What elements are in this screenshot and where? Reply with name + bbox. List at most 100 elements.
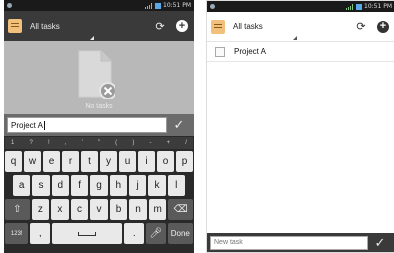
- signal-icon: [346, 3, 353, 10]
- task-label: Project A: [234, 47, 267, 56]
- voice-input-key[interactable]: 🎤︎: [146, 223, 166, 244]
- signal-icon: [145, 2, 152, 9]
- app-icon[interactable]: [8, 19, 22, 33]
- symbol-key[interactable]: ": [98, 140, 100, 146]
- notification-icon: [7, 3, 12, 8]
- key-y[interactable]: y: [100, 151, 117, 172]
- symbol-key[interactable]: +: [167, 140, 171, 146]
- right-phone-screen: 10:51 PM All tasks ⟳ + Project A ✓: [206, 0, 394, 253]
- left-phone-screen: 10:51 PM All tasks ⟳ + No tasks Project: [4, 0, 194, 253]
- key-k[interactable]: k: [148, 175, 166, 196]
- add-icon: +: [176, 20, 188, 32]
- empty-state: No tasks: [4, 41, 194, 114]
- list-selector[interactable]: All tasks: [233, 22, 297, 40]
- list-title: All tasks: [30, 21, 60, 31]
- task-name-input[interactable]: Project A: [7, 117, 167, 133]
- period-key[interactable]: .: [124, 223, 145, 244]
- symbol-key[interactable]: -: [149, 140, 151, 146]
- key-m[interactable]: m: [148, 199, 167, 220]
- key-row-1: q w e r t y u i o p: [5, 151, 193, 172]
- key-i[interactable]: i: [138, 151, 155, 172]
- key-n[interactable]: n: [129, 199, 147, 220]
- status-time: 10:51 PM: [364, 3, 392, 10]
- key-o[interactable]: o: [157, 151, 174, 172]
- key-s[interactable]: s: [32, 175, 50, 196]
- sync-icon: ⟳: [155, 20, 165, 33]
- action-bar: All tasks ⟳ +: [207, 12, 394, 42]
- symbol-key[interactable]: ,: [65, 140, 67, 146]
- key-row-3: ⇧ z x c v b n m ⌫: [5, 199, 193, 220]
- key-v[interactable]: v: [90, 199, 108, 220]
- key-r[interactable]: r: [62, 151, 79, 172]
- screenshot-root: 10:51 PM All tasks ⟳ + No tasks Project: [0, 0, 394, 253]
- key-c[interactable]: c: [70, 199, 89, 220]
- document-remove-icon: [78, 50, 115, 99]
- shift-key[interactable]: ⇧: [5, 199, 30, 220]
- task-checkbox[interactable]: [215, 46, 225, 57]
- new-task-bar: ✓: [207, 233, 394, 252]
- key-j[interactable]: j: [128, 175, 147, 196]
- key-w[interactable]: w: [24, 151, 41, 172]
- symbol-key[interactable]: (: [115, 140, 117, 146]
- comma-key[interactable]: ,: [30, 223, 51, 244]
- list-title: All tasks: [233, 22, 263, 31]
- task-input-row: Project A ✓: [4, 114, 194, 136]
- add-task-button[interactable]: +: [375, 19, 391, 35]
- key-t[interactable]: t: [81, 151, 98, 172]
- key-h[interactable]: h: [109, 175, 127, 196]
- action-bar: All tasks ⟳ +: [4, 11, 194, 41]
- key-b[interactable]: b: [109, 199, 128, 220]
- battery-icon: [356, 3, 362, 10]
- key-p[interactable]: p: [176, 151, 193, 172]
- key-q[interactable]: q: [5, 151, 22, 172]
- key-e[interactable]: e: [43, 151, 60, 172]
- key-u[interactable]: u: [119, 151, 136, 172]
- status-bar: 10:51 PM: [4, 0, 194, 11]
- key-x[interactable]: x: [51, 199, 69, 220]
- add-task-button[interactable]: +: [174, 18, 190, 34]
- symbol-key[interactable]: ': [82, 140, 83, 146]
- task-input-value: Project A: [11, 120, 44, 130]
- sync-button[interactable]: ⟳: [152, 18, 168, 34]
- symbol-key[interactable]: ?: [29, 140, 32, 146]
- symbol-key[interactable]: ): [132, 140, 134, 146]
- new-task-input[interactable]: [210, 235, 368, 250]
- app-icon[interactable]: [211, 19, 225, 34]
- space-icon: [78, 231, 97, 236]
- mode-switch-key[interactable]: 123!: [5, 223, 29, 244]
- dropdown-caret-icon: [86, 35, 94, 40]
- status-time: 10:51 PM: [163, 2, 191, 9]
- confirm-button[interactable]: ✓: [167, 117, 191, 133]
- key-a[interactable]: a: [13, 175, 31, 196]
- sync-icon: ⟳: [356, 21, 366, 33]
- sync-button[interactable]: ⟳: [353, 19, 369, 35]
- key-row-4: 123! , . 🎤︎ Done: [5, 223, 193, 244]
- space-key[interactable]: [52, 223, 123, 244]
- soft-keyboard: 1 ? ! , ' " ( ) - + / q w e r t y u i o …: [4, 136, 194, 253]
- key-l[interactable]: l: [167, 175, 185, 196]
- backspace-icon: ⌫: [173, 204, 188, 215]
- key-row-2: a s d f g h j k l: [5, 175, 193, 196]
- checkmark-icon: ✓: [374, 234, 386, 250]
- symbol-key[interactable]: !: [48, 140, 50, 146]
- add-icon: +: [377, 20, 389, 33]
- key-z[interactable]: z: [31, 199, 50, 220]
- checkmark-icon: ✓: [173, 117, 185, 132]
- microphone-icon: 🎤︎: [149, 228, 163, 239]
- symbol-row: 1 ? ! , ' " ( ) - + /: [5, 137, 193, 149]
- list-item[interactable]: Project A: [207, 42, 394, 62]
- backspace-key[interactable]: ⌫: [168, 199, 193, 220]
- list-selector[interactable]: All tasks: [30, 21, 94, 40]
- battery-icon: [155, 2, 161, 9]
- confirm-button[interactable]: ✓: [368, 235, 392, 251]
- key-g[interactable]: g: [90, 175, 108, 196]
- symbol-key[interactable]: 1: [11, 140, 14, 146]
- key-f[interactable]: f: [70, 175, 89, 196]
- status-bar: 10:51 PM: [207, 1, 394, 12]
- done-key[interactable]: Done: [167, 223, 193, 244]
- shift-icon: ⇧: [13, 204, 22, 215]
- text-cursor: [44, 120, 46, 130]
- dropdown-caret-icon: [289, 36, 297, 40]
- symbol-key[interactable]: /: [185, 140, 187, 146]
- key-d[interactable]: d: [51, 175, 69, 196]
